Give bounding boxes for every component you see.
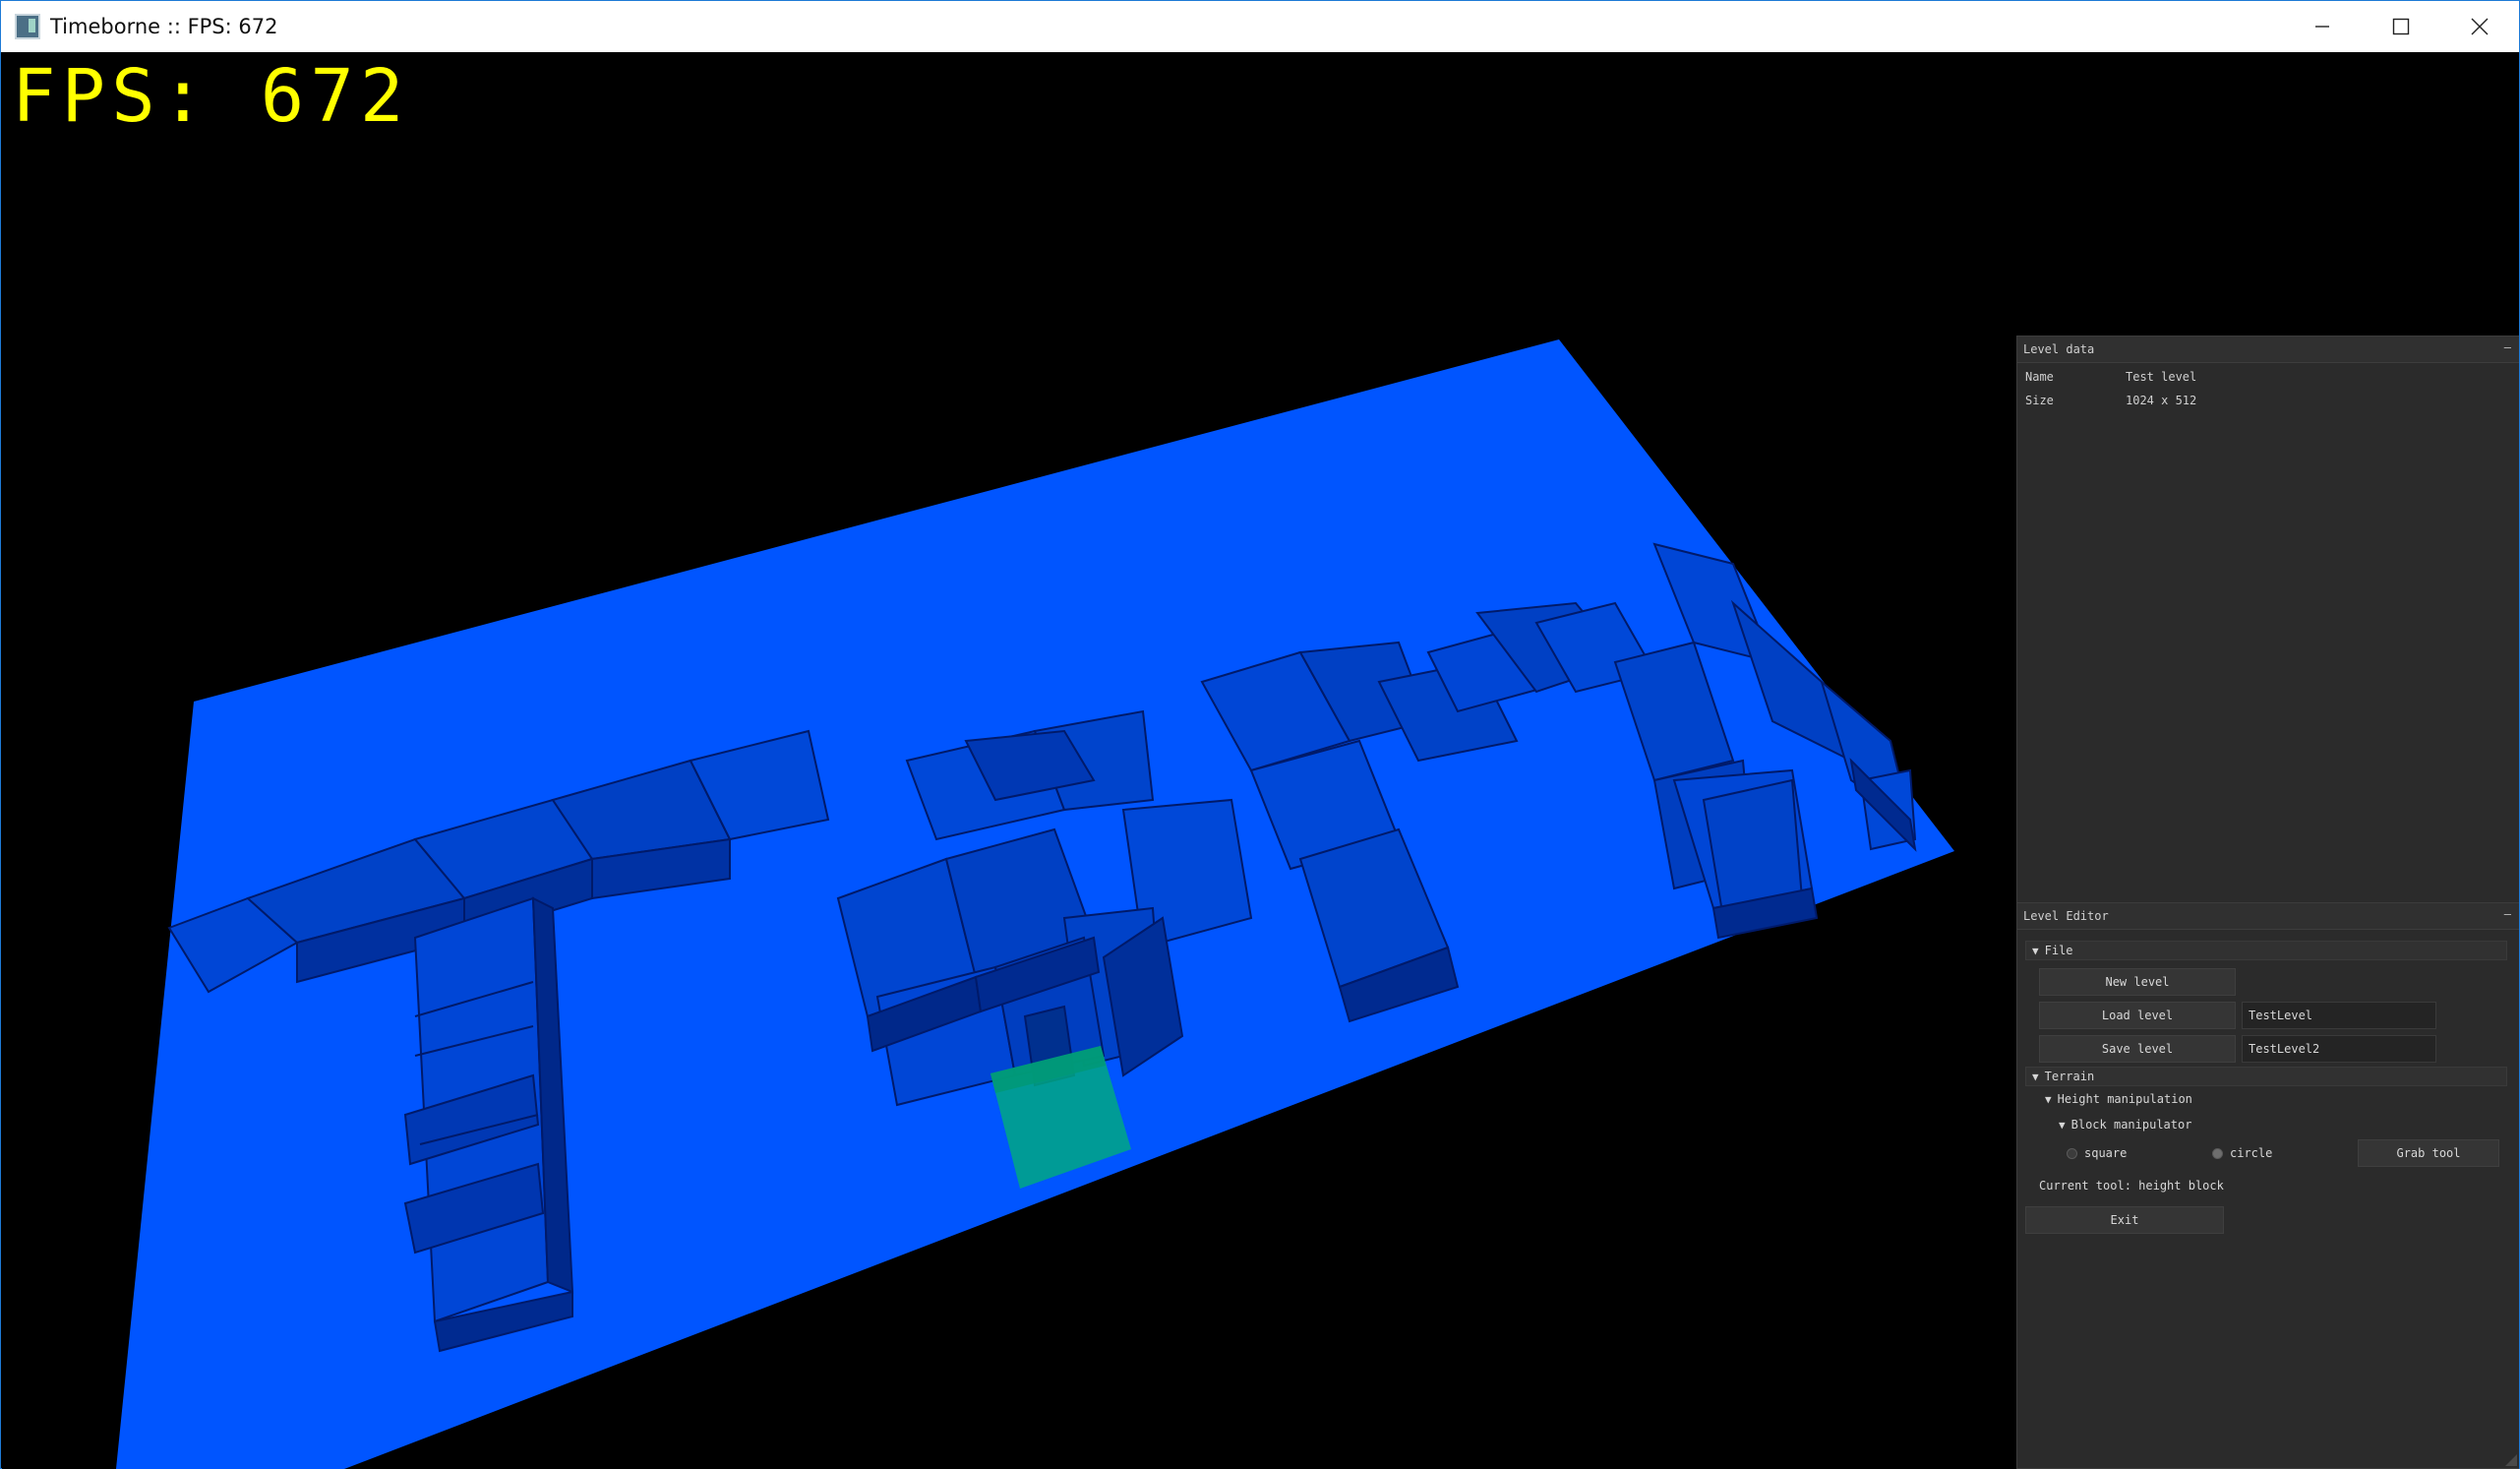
grab-tool-button[interactable]: Grab tool (2358, 1139, 2499, 1167)
exit-button[interactable]: Exit (2025, 1206, 2224, 1234)
resize-grip-icon[interactable] (2505, 1454, 2517, 1466)
load-level-button[interactable]: Load level (2039, 1002, 2236, 1029)
exit-label: Exit (2110, 1213, 2139, 1227)
save-level-label: Save level (2101, 1042, 2174, 1056)
terrain-section-header[interactable]: ▼ Terrain (2025, 1067, 2507, 1086)
radio-circle-dot (2212, 1147, 2223, 1159)
load-level-input-value: TestLevel (2249, 1009, 2313, 1022)
title-bar[interactable]: Timeborne :: FPS: 672 (1, 1, 2519, 52)
level-editor-header[interactable]: Level Editor – (2017, 903, 2519, 930)
level-name-row: Name Test level (2025, 370, 2196, 384)
save-level-button[interactable]: Save level (2039, 1035, 2236, 1063)
current-tool-text: Current tool: height block (2039, 1179, 2224, 1193)
block-manipulator-node[interactable]: ▼ Block manipulator (2059, 1118, 2191, 1132)
save-level-input[interactable]: TestLevel2 (2242, 1035, 2436, 1063)
load-level-input[interactable]: TestLevel (2242, 1002, 2436, 1029)
app-icon (15, 14, 40, 39)
new-level-button[interactable]: New level (2039, 968, 2236, 996)
game-viewport[interactable]: FPS: 672 Level data – Name Test level Si… (2, 52, 2519, 1469)
new-level-label: New level (2105, 975, 2170, 989)
level-data-title: Level data (2023, 342, 2095, 356)
close-button[interactable] (2440, 1, 2519, 52)
level-editor-title: Level Editor (2023, 909, 2109, 923)
collapse-button[interactable]: – (2504, 340, 2511, 354)
level-name-value: Test level (2126, 370, 2197, 384)
chevron-down-icon: ▼ (2045, 1092, 2052, 1106)
close-icon (2471, 18, 2489, 35)
file-section-header[interactable]: ▼ File (2025, 941, 2507, 960)
load-level-label: Load level (2101, 1009, 2174, 1022)
radio-square[interactable]: square (2067, 1146, 2127, 1160)
terrain-section-label: Terrain (2044, 1070, 2095, 1083)
minimize-button[interactable] (2283, 1, 2362, 52)
maximize-icon (2392, 18, 2410, 35)
radio-square-dot (2067, 1147, 2077, 1159)
chevron-down-icon: ▼ (2059, 1118, 2066, 1132)
window-title: Timeborne :: FPS: 672 (50, 15, 278, 38)
fps-value: 672 (260, 54, 410, 139)
window-controls (2283, 1, 2519, 52)
save-level-input-value: TestLevel2 (2249, 1042, 2320, 1056)
minimize-icon (2315, 26, 2329, 28)
level-name-key: Name (2025, 370, 2054, 384)
grab-tool-label: Grab tool (2396, 1146, 2461, 1160)
level-data-panel[interactable]: Level data – Name Test level Size 1024 x… (2016, 336, 2519, 904)
block-manipulator-label: Block manipulator (2070, 1118, 2192, 1132)
level-size-value: 1024 x 512 (2126, 394, 2197, 407)
app-window: Timeborne :: FPS: 672 FPS: 672 Level dat… (0, 0, 2520, 1469)
level-data-header[interactable]: Level data – (2017, 337, 2519, 363)
chevron-down-icon: ▼ (2032, 944, 2039, 957)
height-manipulation-node[interactable]: ▼ Height manipulation (2045, 1092, 2192, 1106)
file-section-label: File (2044, 944, 2073, 957)
level-size-key: Size (2025, 394, 2054, 407)
height-manipulation-label: Height manipulation (2057, 1092, 2192, 1106)
fps-overlay: FPS: 672 (12, 60, 409, 133)
radio-circle-label: circle (2230, 1146, 2273, 1160)
radio-circle[interactable]: circle (2212, 1146, 2272, 1160)
chevron-down-icon: ▼ (2032, 1070, 2039, 1083)
maximize-button[interactable] (2362, 1, 2440, 52)
collapse-button[interactable]: – (2504, 907, 2511, 921)
radio-square-label: square (2084, 1146, 2128, 1160)
fps-label: FPS: (12, 54, 211, 139)
level-editor-panel[interactable]: Level Editor – ▼ File New level Load lev… (2016, 902, 2519, 1469)
level-size-row: Size 1024 x 512 (2025, 394, 2196, 407)
